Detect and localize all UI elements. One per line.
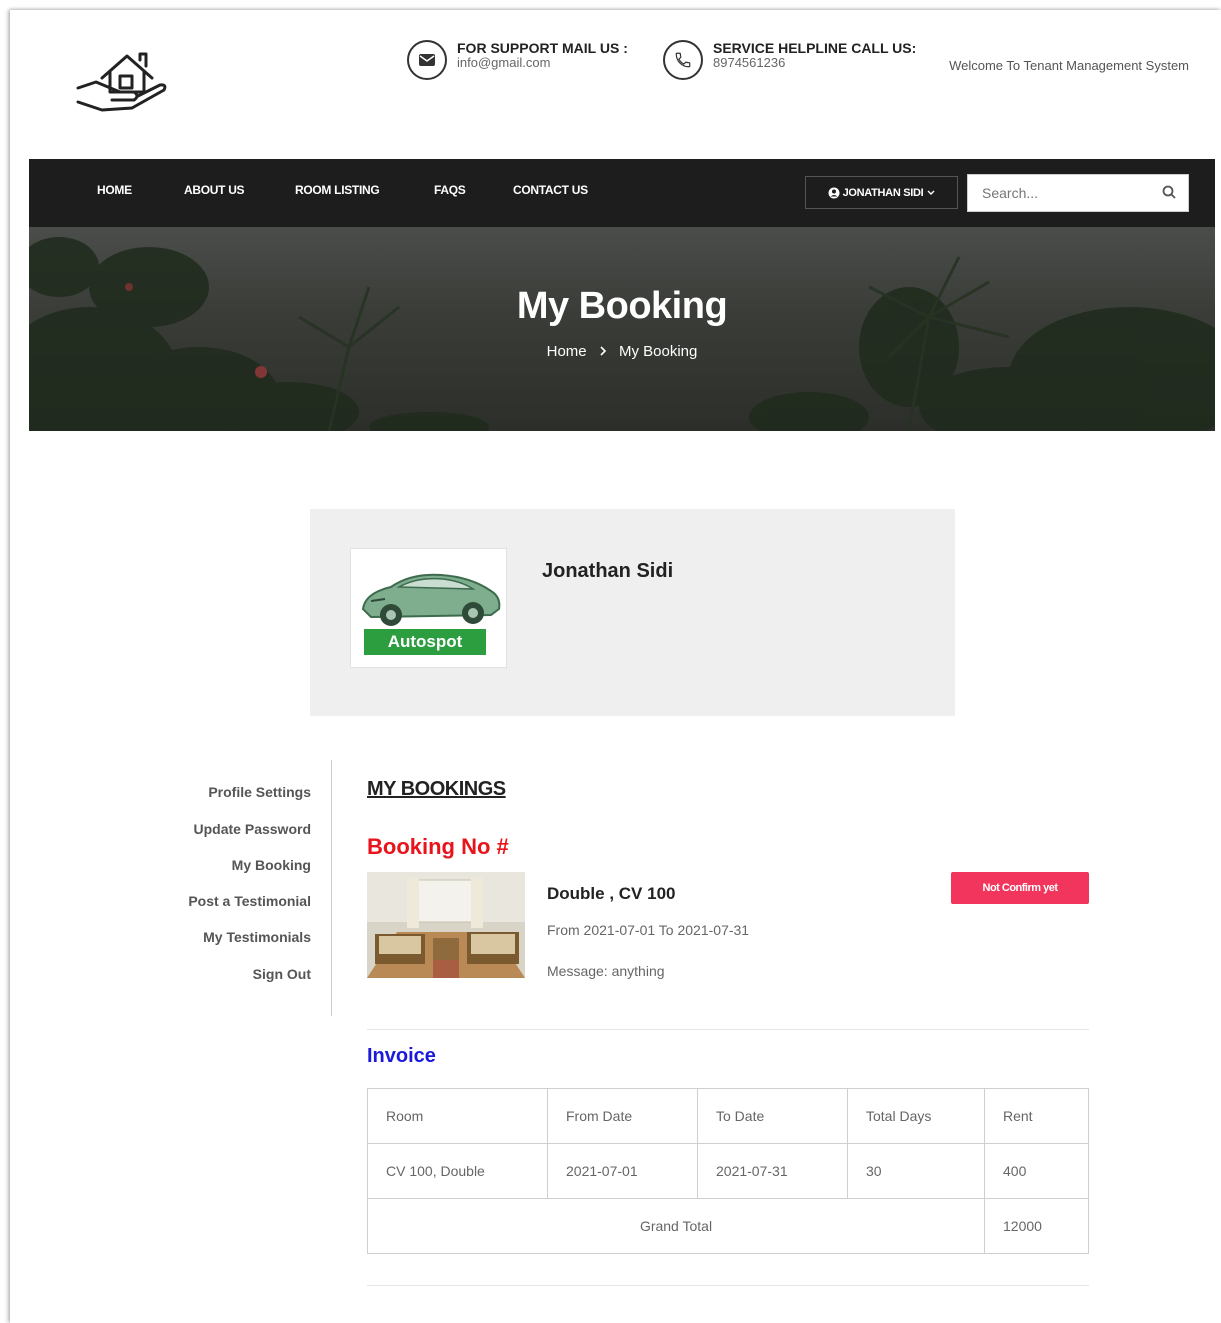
helpline-contact: SERVICE HELPLINE CALL US: 8974561236 [663,40,916,80]
welcome-text: Welcome To Tenant Management System [949,58,1189,73]
page-title: My Booking [516,285,728,327]
sidebar-item-profile-settings[interactable]: Profile Settings [208,784,311,800]
cell-to-date: 2021-07-31 [697,1143,848,1199]
hero-banner: My Booking Home My Booking [29,227,1215,431]
search-box [967,174,1189,212]
breadcrumb-home[interactable]: Home [547,343,587,360]
account-sidebar: Profile Settings Update Password My Book… [150,760,332,1016]
grand-total-row: Grand Total 12000 [367,1198,1089,1254]
status-badge: Not Confirm yet [951,872,1089,904]
user-circle-icon [828,187,840,199]
profile-name: Jonathan Sidi [542,560,674,582]
nav-contact-us[interactable]: CONTACT US [513,183,588,197]
support-contact: FOR SUPPORT MAIL US : info@gmail.com [407,40,628,80]
search-icon[interactable] [1162,185,1176,204]
helpline-label: SERVICE HELPLINE CALL US: [713,40,917,56]
avatar-badge: Autospot [364,629,486,655]
room-name: Double , CV 100 [547,884,676,903]
chevron-right-icon [599,343,611,360]
header-total-days: Total Days [847,1088,985,1144]
booking-message: Message: anything [547,963,665,979]
sidebar-item-my-testimonials[interactable]: My Testimonials [203,929,311,945]
car-avatar-image [361,573,501,626]
phone-icon [663,40,703,80]
user-name: JONATHAN SIDI [842,186,924,199]
header-rent: Rent [984,1088,1089,1144]
booking-number: Booking No # [367,834,509,859]
support-email[interactable]: info@gmail.com [457,56,628,70]
nav-room-listing[interactable]: ROOM LISTING [295,183,380,197]
cell-room: CV 100, Double [367,1143,548,1199]
support-label: FOR SUPPORT MAIL US : [457,40,628,56]
header-to-date: To Date [697,1088,848,1144]
grand-total-label: Grand Total [367,1198,985,1254]
nav-home[interactable]: HOME [97,183,132,197]
section-title: MY BOOKINGS [367,778,506,800]
booking-dates: From 2021-07-01 To 2021-07-31 [547,922,750,938]
divider [367,1285,1089,1286]
breadcrumb-current: My Booking [618,343,698,360]
invoice-title: Invoice [367,1045,436,1067]
cell-rent: 400 [984,1143,1089,1199]
hero-foliage-image [29,237,1215,431]
header-from-date: From Date [547,1088,698,1144]
room-thumbnail[interactable] [367,872,525,978]
header-room: Room [367,1088,548,1144]
cell-total-days: 30 [847,1143,985,1199]
cell-from-date: 2021-07-01 [547,1143,698,1199]
house-hand-logo[interactable] [72,48,172,120]
user-menu-button[interactable]: JONATHAN SIDI [805,176,958,209]
sidebar-item-sign-out[interactable]: Sign Out [253,966,311,982]
sidebar-item-post-testimonial[interactable]: Post a Testimonial [188,893,311,909]
main-navbar: HOME ABOUT US ROOM LISTING FAQS CONTACT … [29,159,1215,227]
search-input[interactable] [968,185,1148,201]
profile-card: Autospot Jonathan Sidi [310,509,955,716]
envelope-icon [407,40,447,80]
table-row: CV 100, Double 2021-07-01 2021-07-31 30 … [367,1143,1089,1199]
breadcrumb: Home My Booking [29,343,1215,360]
avatar: Autospot [350,548,507,668]
invoice-table: Room From Date To Date Total Days Rent C… [367,1088,1089,1254]
nav-faqs[interactable]: FAQS [434,183,466,197]
sidebar-item-my-booking[interactable]: My Booking [232,857,311,873]
divider [367,1029,1089,1030]
nav-about-us[interactable]: ABOUT US [184,183,245,197]
chevron-down-icon [927,190,935,196]
sidebar-item-update-password[interactable]: Update Password [194,821,311,837]
grand-total-value: 12000 [984,1198,1089,1254]
helpline-phone[interactable]: 8974561236 [713,56,916,70]
table-header-row: Room From Date To Date Total Days Rent [367,1088,1089,1144]
